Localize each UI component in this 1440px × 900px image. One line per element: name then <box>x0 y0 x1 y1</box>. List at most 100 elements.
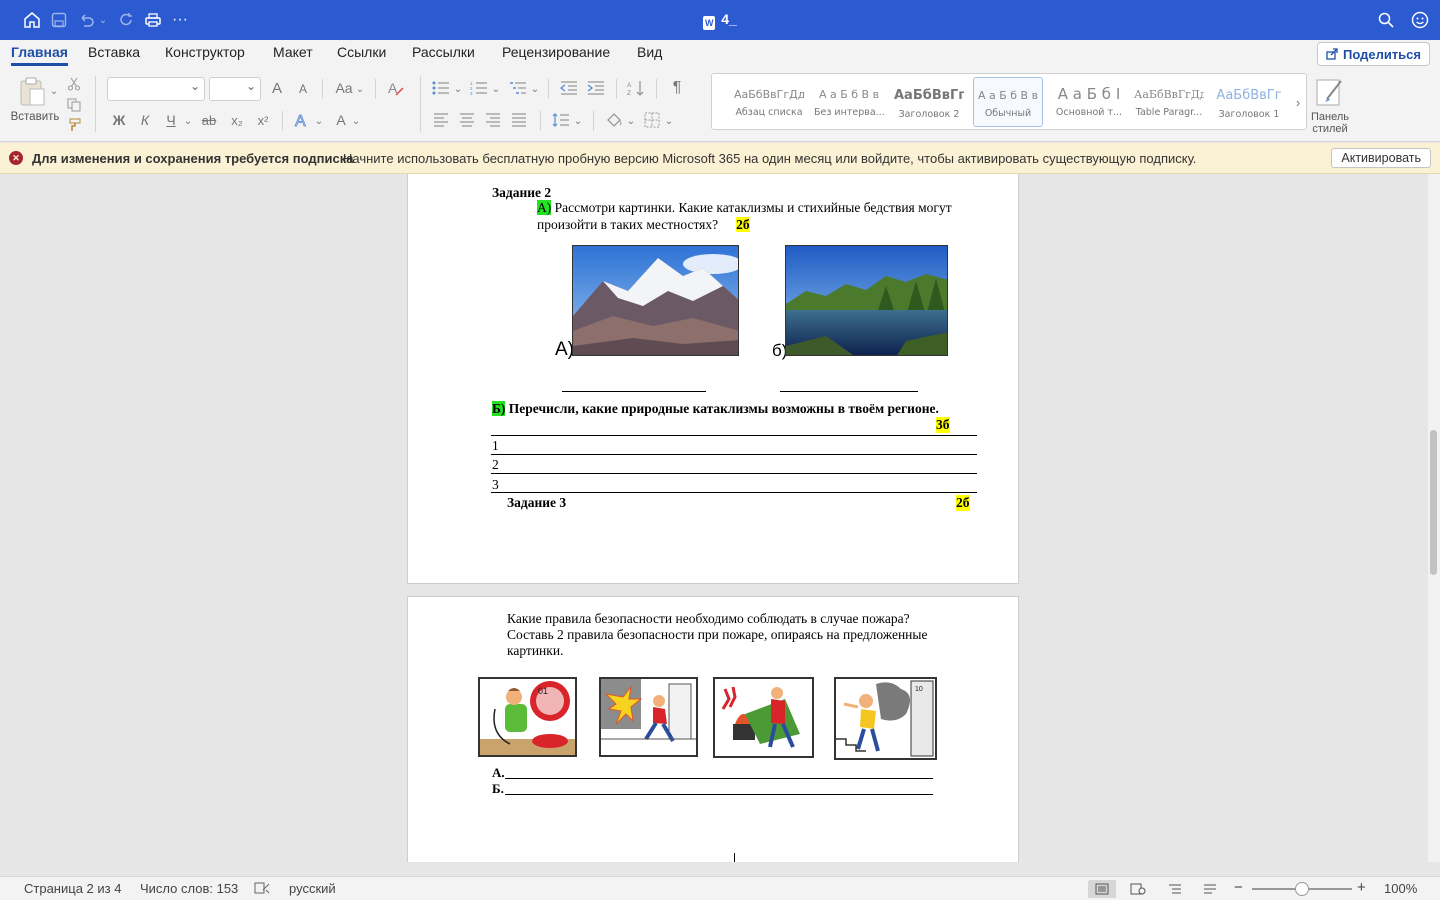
style-heading-2[interactable]: АаБбВвГг Заголовок 2 <box>894 80 964 126</box>
tab-view[interactable]: Вид <box>637 44 662 66</box>
text-effects-dropdown-icon[interactable]: ⌄ <box>314 112 324 130</box>
tab-layout[interactable]: Макет <box>273 44 313 66</box>
style-list-paragraph[interactable]: АаБбВвГгДд Абзац списка <box>734 80 804 126</box>
notification-message: Начните использовать бесплатную пробную … <box>343 151 1197 166</box>
zoom-out-button[interactable]: − <box>1234 879 1243 896</box>
scrollbar-thumb[interactable] <box>1430 430 1437 575</box>
table-border <box>491 492 977 493</box>
task2-heading: Задание 2 <box>492 185 552 200</box>
subscription-notification-bar: ✕ Для изменения и сохранения требуется п… <box>0 143 1440 174</box>
word-doc-icon: W <box>703 16 716 30</box>
line-spacing-icon[interactable] <box>550 110 572 130</box>
paste-dropdown-icon[interactable]: ⌄ <box>49 84 59 98</box>
style-table-paragraph[interactable]: АаБбВвГгДд Table Paragr... <box>1134 80 1204 126</box>
paste-icon[interactable] <box>15 76 49 108</box>
shrink-font-icon[interactable]: A <box>294 80 312 98</box>
style-body-text[interactable]: А а Б б I Основной т... <box>1054 80 1124 126</box>
shading-dropdown-icon[interactable]: ⌄ <box>626 112 636 130</box>
style-normal[interactable]: А а Б б В в Обычный <box>973 77 1043 127</box>
superscript-button[interactable]: x² <box>253 110 273 130</box>
font-color-dropdown-icon[interactable]: ⌄ <box>351 112 361 130</box>
sort-icon[interactable]: AZ <box>625 78 647 98</box>
styles-pane-icon[interactable] <box>1314 76 1346 108</box>
document-page[interactable]: Задание 2 А) Рассмотри картинки. Какие к… <box>407 174 1019 584</box>
underline-dropdown-icon[interactable]: ⌄ <box>183 112 193 130</box>
underline-button[interactable]: Ч <box>162 110 180 130</box>
show-formatting-marks-icon[interactable]: ¶ <box>666 78 688 98</box>
window-title: W 4_ <box>0 11 1440 30</box>
strikethrough-button[interactable]: ab <box>199 110 219 130</box>
fire-call-picture: 01 <box>478 677 577 757</box>
search-icon[interactable] <box>1376 10 1396 30</box>
page-count[interactable]: Страница 2 из 4 <box>24 881 121 896</box>
zoom-level[interactable]: 100% <box>1384 881 1417 896</box>
web-layout-view-icon[interactable] <box>1124 880 1152 898</box>
lake-forest-image <box>785 245 948 356</box>
table-border <box>491 454 977 455</box>
tab-design[interactable]: Конструктор <box>165 44 245 66</box>
document-page[interactable]: Какие правила безопасности необходимо со… <box>407 596 1019 862</box>
increase-indent-icon[interactable] <box>585 78 607 98</box>
word-count[interactable]: Число слов: 153 <box>140 881 238 896</box>
font-family-select[interactable] <box>107 77 205 101</box>
copy-icon[interactable] <box>66 97 82 113</box>
clear-formatting-icon[interactable]: A <box>385 78 407 98</box>
multilevel-dropdown-icon[interactable]: ⌄ <box>530 80 540 98</box>
align-right-icon[interactable] <box>482 110 504 130</box>
styles-pane-label[interactable]: стилей <box>1305 122 1355 135</box>
align-left-icon[interactable] <box>430 110 452 130</box>
outline-view-icon[interactable] <box>1161 880 1189 898</box>
font-size-select[interactable] <box>209 77 261 101</box>
separator <box>548 79 549 99</box>
vertical-scrollbar[interactable] <box>1428 174 1440 862</box>
justify-icon[interactable] <box>508 110 530 130</box>
cut-icon[interactable] <box>66 76 82 92</box>
share-button[interactable]: Поделиться <box>1316 42 1430 66</box>
grow-font-icon[interactable]: A <box>268 78 286 98</box>
style-no-spacing[interactable]: А а Б б В в Без интерва... <box>814 80 884 126</box>
separator <box>420 76 421 132</box>
borders-dropdown-icon[interactable]: ⌄ <box>664 112 674 130</box>
feedback-smiley-icon[interactable] <box>1410 10 1430 30</box>
font-color-icon[interactable]: A <box>332 110 350 130</box>
tab-review[interactable]: Рецензирование <box>502 44 610 66</box>
paste-label[interactable]: Вставить <box>10 110 60 124</box>
line-spacing-dropdown-icon[interactable]: ⌄ <box>573 112 583 130</box>
status-bar: Страница 2 из 4 Число слов: 153 русский … <box>0 876 1440 900</box>
zoom-slider-thumb[interactable] <box>1295 882 1309 896</box>
bullets-dropdown-icon[interactable]: ⌄ <box>453 80 463 98</box>
tab-mailings[interactable]: Рассылки <box>412 44 475 66</box>
style-name: Заголовок 2 <box>898 109 960 120</box>
bold-button[interactable]: Ж <box>110 110 128 130</box>
zoom-in-button[interactable]: + <box>1357 879 1366 896</box>
align-center-icon[interactable] <box>456 110 478 130</box>
decrease-indent-icon[interactable] <box>558 78 580 98</box>
tab-home[interactable]: Главная <box>11 44 68 66</box>
bullets-icon[interactable] <box>430 78 452 98</box>
format-painter-icon[interactable] <box>66 117 82 133</box>
styles-next-chevron-icon[interactable]: › <box>1292 94 1304 110</box>
numbering-icon[interactable]: 123 <box>468 78 490 98</box>
tab-references[interactable]: Ссылки <box>337 44 386 66</box>
part-b-marker: Б) <box>492 401 506 416</box>
proofing-icon[interactable] <box>254 881 272 898</box>
change-case-icon[interactable]: Aa <box>332 78 356 98</box>
italic-button[interactable]: К <box>136 110 154 130</box>
tab-insert[interactable]: Вставка <box>88 44 140 66</box>
subscript-button[interactable]: x₂ <box>227 110 247 130</box>
evacuate-picture <box>599 677 698 757</box>
style-heading-1[interactable]: АаБбВвГг Заголовок 1 <box>1214 80 1284 126</box>
separator <box>375 79 376 99</box>
shading-icon[interactable] <box>603 110 625 130</box>
text-effects-icon[interactable]: A <box>292 110 312 130</box>
language[interactable]: русский <box>289 881 336 896</box>
numbering-dropdown-icon[interactable]: ⌄ <box>491 80 501 98</box>
change-case-dropdown-icon[interactable]: ⌄ <box>355 80 365 98</box>
draft-view-icon[interactable] <box>1196 880 1224 898</box>
multilevel-list-icon[interactable] <box>507 78 529 98</box>
answer-line <box>505 778 933 779</box>
borders-icon[interactable] <box>641 110 663 130</box>
print-layout-view-icon[interactable] <box>1088 880 1116 898</box>
document-canvas[interactable]: Задание 2 А) Рассмотри картинки. Какие к… <box>0 174 1428 862</box>
activate-button[interactable]: Активировать <box>1331 148 1431 168</box>
